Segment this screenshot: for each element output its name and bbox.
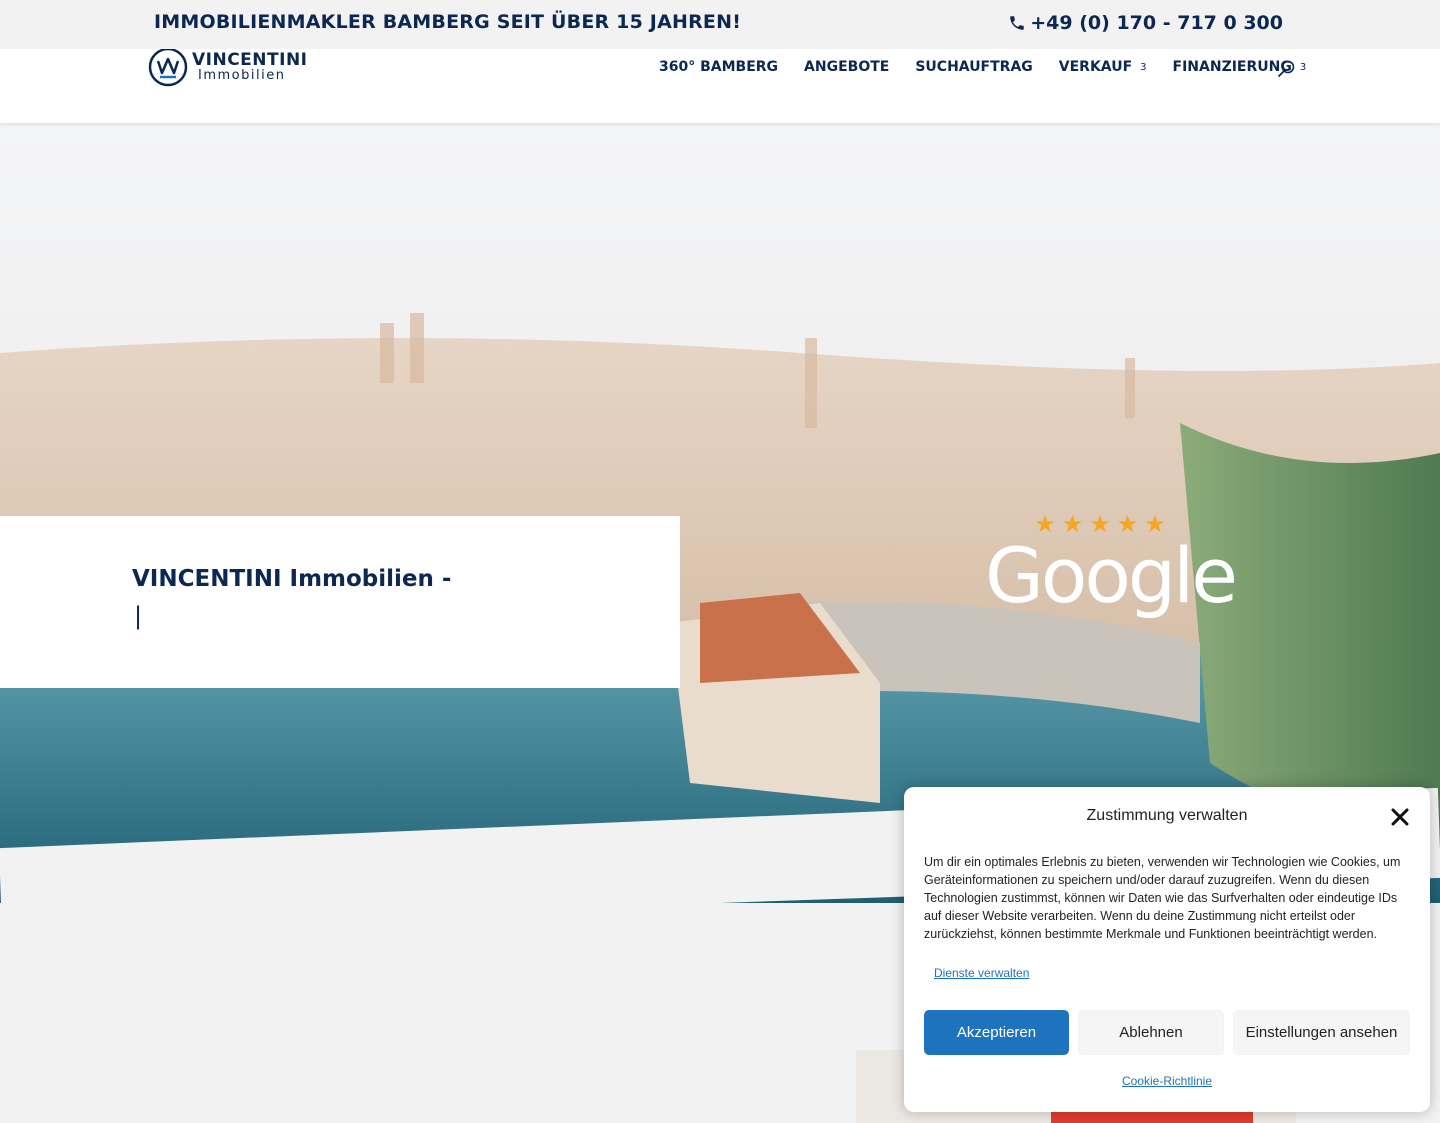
chevron-down-icon: 3 [1299, 61, 1307, 73]
nav-item-360-bamberg[interactable]: 360° BAMBERG [659, 59, 778, 75]
crown-logo-icon [148, 47, 188, 87]
top-bar: IMMOBILIENMAKLER BAMBERG SEIT ÜBER 15 JA… [0, 0, 1440, 49]
consent-text: Um dir ein optimales Erlebnis zu bieten,… [924, 855, 1401, 941]
nav-item-verkauf[interactable]: VERKAUF 3 [1059, 59, 1147, 75]
hero-background [0, 123, 1440, 903]
close-icon[interactable] [1390, 807, 1410, 827]
nav-label: VERKAUF [1058, 59, 1133, 75]
cookie-consent-dialog: Zustimmung verwalten Um dir ein optimale… [904, 787, 1430, 1112]
nav-label: SUCHAUFTRAG [915, 59, 1033, 75]
deny-button[interactable]: Ablehnen [1078, 1010, 1224, 1055]
logo-line2: Immobilien [198, 68, 286, 83]
manage-services-link[interactable]: Dienste verwalten [934, 966, 1029, 980]
google-rating-badge[interactable]: ★ ★ ★ ★ ★ Google [985, 512, 1238, 632]
tagline: IMMOBILIENMAKLER BAMBERG SEIT ÜBER 15 JA… [154, 11, 742, 33]
accept-button[interactable]: Akzeptieren [924, 1010, 1069, 1055]
consent-title: Zustimmung verwalten [1086, 807, 1248, 824]
logo-wordmark: VINCENTINI Immobilien [192, 50, 308, 83]
phone-number: +49 (0) 170 - 717 0 300 [1030, 12, 1283, 34]
nav-label: ANGEBOTE [804, 59, 890, 75]
nav-label: 360° BAMBERG [659, 59, 779, 75]
main-nav: 360° BAMBERG ANGEBOTE SUCHAUFTRAG VERKAU… [659, 59, 1306, 75]
search-icon[interactable] [1276, 59, 1296, 79]
hero-image [0, 123, 1440, 903]
view-preferences-button[interactable]: Einstellungen ansehen [1233, 1010, 1410, 1055]
site-logo[interactable]: VINCENTINI Immobilien [148, 47, 308, 87]
nav-item-suchauftrag[interactable]: SUCHAUFTRAG [915, 59, 1032, 75]
cookie-policy-link[interactable]: Cookie-Richtlinie [904, 1074, 1430, 1088]
google-logo: Google [985, 531, 1238, 620]
logo-line1: VINCENTINI [192, 50, 308, 70]
hero-text-card: VINCENTINI Immobilien - | [0, 516, 680, 688]
nav-item-angebote[interactable]: ANGEBOTE [804, 59, 889, 75]
phone-link[interactable]: +49 (0) 170 - 717 0 300 [1008, 12, 1283, 34]
chevron-down-icon: 3 [1140, 61, 1147, 73]
phone-icon [1010, 16, 1025, 30]
typing-cursor: | [134, 602, 143, 630]
main-header: VINCENTINI Immobilien 360° BAMBERG ANGEB… [0, 47, 1440, 123]
hero-title: VINCENTINI Immobilien - [132, 566, 452, 592]
nav-label: FINANZIERUNG [1172, 59, 1292, 75]
